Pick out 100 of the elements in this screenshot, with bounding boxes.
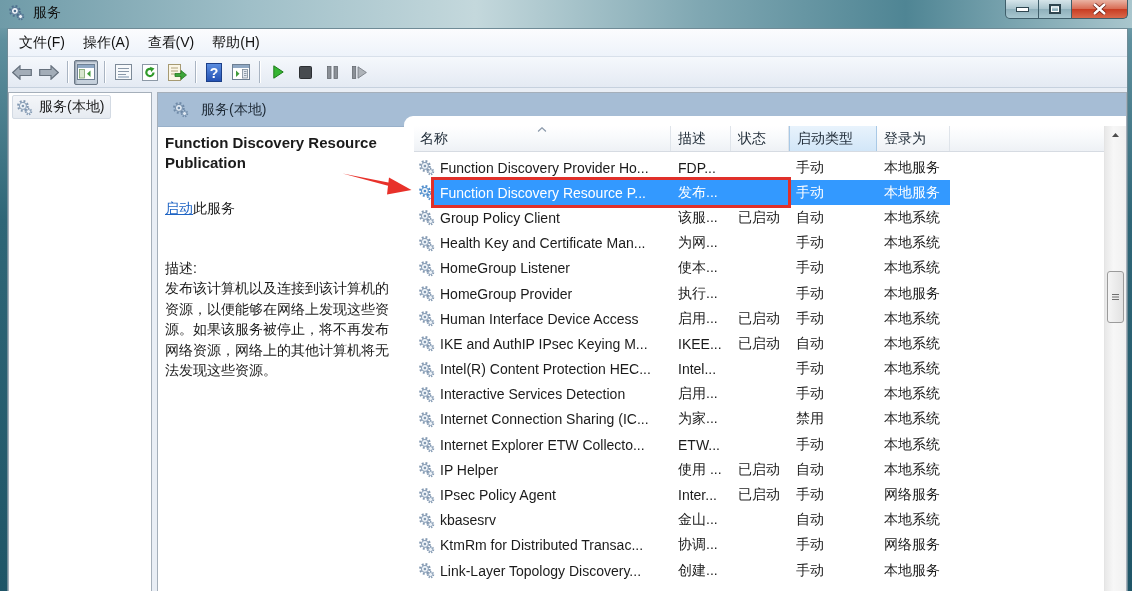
service-row[interactable]: Internet Explorer ETW Collecto... ETW... 手动 本地系统 bbox=[414, 432, 950, 458]
service-name: Group Policy Client bbox=[440, 209, 560, 226]
service-description: 启用... bbox=[678, 385, 718, 402]
service-row[interactable]: Link-Layer Topology Discovery... 创建... 手动 本地服务 bbox=[414, 558, 950, 584]
column-header[interactable]: 启动类型 bbox=[789, 126, 877, 151]
service-row[interactable]: Health Key and Certificate Man... 为网... 手动 本地系统 bbox=[414, 230, 950, 256]
close-button[interactable] bbox=[1072, 0, 1128, 19]
service-name: Human Interface Device Access bbox=[440, 310, 639, 327]
service-row[interactable]: Internet Connection Sharing (IC... 为家... 禁用 本地系统 bbox=[414, 406, 950, 433]
log-on-account: 本地服务 bbox=[884, 561, 940, 578]
column-header[interactable]: 描述 bbox=[671, 126, 731, 151]
stop-icon bbox=[298, 65, 312, 79]
scrollbar-thumb[interactable] bbox=[1107, 271, 1124, 323]
console-tree-button[interactable] bbox=[74, 59, 98, 85]
service-status: 已启动 bbox=[738, 208, 780, 225]
gears-icon bbox=[172, 101, 189, 118]
startup-type: 手动 bbox=[796, 561, 824, 578]
gears-icon bbox=[16, 98, 33, 116]
service-name: Intel(R) Content Protection HEC... bbox=[440, 361, 651, 378]
service-name: HomeGroup Provider bbox=[440, 285, 573, 302]
service-name: IKE and AuthIP IPsec Keying M... bbox=[440, 335, 648, 352]
service-row[interactable]: Intel(R) Content Protection HEC... Intel... 手动 本地系统 bbox=[414, 356, 950, 382]
service-row[interactable]: IKE and AuthIP IPsec Keying M... IKEE... 已启动 自动 本地系统 bbox=[414, 331, 950, 357]
gears-icon bbox=[418, 461, 435, 479]
service-name: Internet Connection Sharing (IC... bbox=[440, 411, 649, 428]
startup-type: 手动 bbox=[796, 234, 824, 251]
pause-icon bbox=[326, 65, 338, 79]
service-description: 该服... bbox=[678, 208, 718, 225]
document-icon bbox=[114, 64, 132, 80]
log-on-account: 本地系统 bbox=[884, 234, 940, 251]
gears-icon bbox=[418, 385, 435, 403]
log-on-account: 本地系统 bbox=[884, 259, 940, 276]
menu-item[interactable]: 文件(F) bbox=[10, 31, 74, 54]
gears-icon bbox=[418, 562, 435, 580]
start-service-link[interactable]: 启动 bbox=[165, 200, 193, 216]
gears-icon bbox=[418, 285, 435, 303]
maximize-button[interactable] bbox=[1039, 0, 1072, 19]
service-description: 发布... bbox=[678, 183, 718, 200]
startup-type: 手动 bbox=[796, 435, 824, 452]
service-status: 已启动 bbox=[738, 460, 780, 477]
gears-icon bbox=[418, 209, 435, 227]
tree-item[interactable]: 服务(本地) bbox=[12, 95, 112, 119]
log-on-account: 本地服务 bbox=[884, 183, 940, 200]
service-row[interactable]: IPsec Policy Agent Inter... 已启动 手动 网络服务 bbox=[414, 482, 950, 508]
window-pane-icon bbox=[77, 64, 95, 80]
up-arrow-icon bbox=[1112, 132, 1119, 137]
log-on-account: 本地系统 bbox=[884, 410, 940, 427]
column-header[interactable]: 登录为 bbox=[877, 126, 950, 151]
service-status: 已启动 bbox=[738, 334, 780, 351]
service-row[interactable]: Interactive Services Detection 启用... 手动 本地系统 bbox=[414, 381, 950, 407]
menu-item[interactable]: 操作(A) bbox=[73, 31, 139, 54]
service-name: IPsec Policy Agent bbox=[440, 487, 556, 504]
service-description: 为网... bbox=[678, 234, 718, 251]
service-description: Intel... bbox=[678, 361, 717, 378]
service-row[interactable]: KtmRm for Distributed Transac... 协调... 手动 网络服务 bbox=[414, 532, 950, 558]
gears-icon bbox=[418, 410, 435, 428]
log-on-account: 本地系统 bbox=[884, 385, 940, 402]
gears-icon bbox=[418, 486, 435, 504]
service-name: Internet Explorer ETW Collecto... bbox=[440, 436, 645, 453]
start-service-text: 启动此服务 bbox=[165, 199, 236, 218]
minimize-button[interactable] bbox=[1005, 0, 1039, 19]
service-row[interactable]: HomeGroup Provider 执行... 手动 本地服务 bbox=[414, 280, 950, 307]
service-row[interactable]: Function Discovery Provider Ho... FDP... 手动 本地服务 bbox=[414, 155, 950, 181]
service-name: Function Discovery Resource P... bbox=[440, 184, 646, 201]
service-description: 启用... bbox=[678, 309, 718, 326]
menu-item[interactable]: 帮助(H) bbox=[203, 31, 269, 54]
gears-icon bbox=[418, 511, 435, 529]
column-header[interactable]: 名称 bbox=[414, 126, 671, 151]
menu-item[interactable]: 查看(V) bbox=[138, 31, 204, 54]
service-name: Interactive Services Detection bbox=[440, 386, 626, 403]
startup-type: 自动 bbox=[796, 334, 824, 351]
service-name: Function Discovery Provider Ho... bbox=[440, 159, 649, 176]
grip-icon bbox=[1112, 294, 1119, 300]
minimize-icon bbox=[1015, 6, 1029, 12]
description-text: 发布该计算机以及连接到该计算机的资源，以便能够在网络上发现这些资源。如果该服务被停止，将不再发布网络资源，网络上的其他计算机将无法发现这些资源。 bbox=[165, 279, 390, 380]
log-on-account: 本地系统 bbox=[884, 360, 940, 377]
startup-type: 自动 bbox=[796, 511, 824, 528]
service-name: HomeGroup Listener bbox=[440, 260, 570, 277]
gears-icon bbox=[418, 259, 435, 277]
service-row[interactable]: HomeGroup Listener 使本... 手动 本地系统 bbox=[414, 255, 950, 281]
description-label: 描述: bbox=[165, 259, 198, 278]
startup-type: 手动 bbox=[796, 284, 824, 301]
service-description: 协调... bbox=[678, 536, 718, 553]
service-name: KtmRm for Distributed Transac... bbox=[440, 537, 644, 554]
service-row[interactable]: kbasesrv 金山... 自动 本地系统 bbox=[414, 507, 950, 533]
service-row[interactable]: Human Interface Device Access 启用... 已启动 手动 本地系统 bbox=[414, 306, 950, 332]
service-description: 创建... bbox=[678, 561, 718, 578]
startup-type: 自动 bbox=[796, 460, 824, 477]
refresh-icon bbox=[142, 63, 158, 81]
play-icon bbox=[272, 65, 284, 79]
close-icon bbox=[1092, 3, 1107, 15]
service-description: 使本... bbox=[678, 259, 718, 276]
service-title: Function Discovery Resource Publication bbox=[165, 133, 378, 173]
service-status: 已启动 bbox=[738, 486, 780, 503]
service-row[interactable]: Group Policy Client 该服... 已启动 自动 本地系统 bbox=[414, 205, 950, 231]
startup-type: 手动 bbox=[796, 183, 824, 200]
service-row[interactable]: IP Helper 使用 ... 已启动 自动 本地系统 bbox=[414, 457, 950, 483]
maximize-icon bbox=[1049, 4, 1061, 14]
startup-type: 手动 bbox=[796, 309, 824, 326]
log-on-account: 本地系统 bbox=[884, 511, 940, 528]
